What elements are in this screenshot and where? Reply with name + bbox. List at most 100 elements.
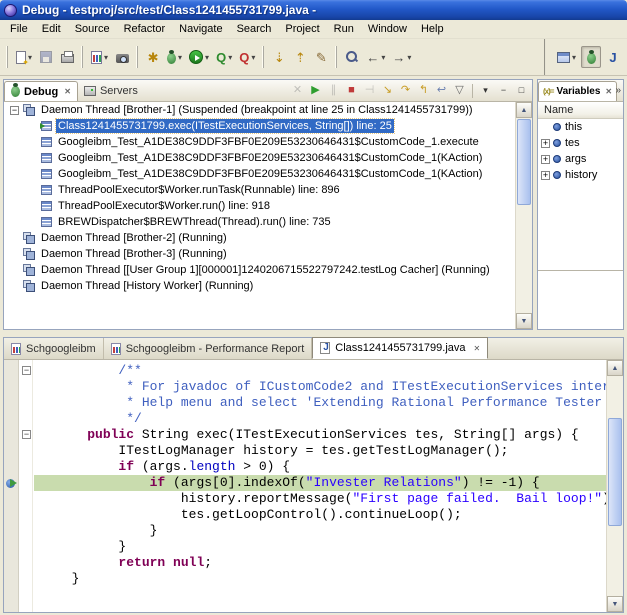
code-line[interactable]: return null; [34,555,606,571]
code-line[interactable]: /** [34,363,606,379]
resume-icon[interactable]: ▶ [307,82,324,99]
editor-tab[interactable]: Schgoogleibm - Performance Report [104,338,313,359]
search-icon[interactable] [342,46,362,68]
menu-item-window[interactable]: Window [361,21,414,37]
view-tab-servers[interactable]: Servers [78,81,144,101]
menu-item-refactor[interactable]: Refactor [117,21,173,37]
view-tab-debug[interactable]: Debug✕ [4,81,78,101]
code-line[interactable]: * For javadoc of ICustomCode2 and ITestE… [34,379,606,395]
editor-tab[interactable]: Schgoogleibm [4,338,104,359]
debug-tree-row[interactable]: BREWDispatcher$BREWThread(Thread).run() … [4,214,515,230]
step-over-icon[interactable]: ↷ [397,82,414,99]
back-icon[interactable]: ←▾ [363,46,388,68]
code-line[interactable]: tes.getLoopControl().continueLoop(); [34,507,606,523]
toolbar-overflow-chevron-icon[interactable]: » [615,85,621,96]
toolbar-grip[interactable] [81,46,86,68]
menu-item-source[interactable]: Source [68,21,117,37]
dropdown-arrow-icon[interactable]: ▾ [407,53,411,62]
tree-collapse-icon[interactable]: − [10,106,19,115]
previous-annotation-icon[interactable]: ⇡ [290,46,310,68]
variable-row[interactable]: +args [538,151,623,167]
variable-row[interactable]: +history [538,167,623,183]
editor-fold-bar[interactable]: −− [20,360,33,612]
debug-tree-row[interactable]: Googleibm_Test_A1DE38C9DDF3FBF0E209E5323… [4,134,515,150]
close-icon[interactable]: ✕ [64,87,71,96]
menu-item-file[interactable]: File [3,21,35,37]
use-step-filters-icon[interactable]: ▽ [451,82,468,99]
debug-tree-row[interactable]: Googleibm_Test_A1DE38C9DDF3FBF0E209E5323… [4,166,515,182]
code-line[interactable]: */ [34,411,606,427]
tree-expand-icon[interactable]: + [541,155,550,164]
code-area[interactable]: /** * For javadoc of ICustomCode2 and IT… [34,360,606,612]
code-line[interactable]: if (args.length > 0) { [34,459,606,475]
scroll-down-icon[interactable]: ▼ [516,313,532,329]
debug-tree-scrollbar[interactable]: ▲ ▼ [515,102,532,329]
title-bar[interactable]: Debug - testproj/src/test/Class124145573… [0,0,627,20]
debug-perspective-button[interactable] [581,46,601,68]
run-launch-icon[interactable]: ▾ [186,46,212,68]
debug-tree-row[interactable]: ThreadPoolExecutor$Worker.runTask(Runnab… [4,182,515,198]
dropdown-arrow-icon[interactable]: ▾ [104,53,108,62]
close-icon[interactable]: ✕ [605,87,612,96]
drop-to-frame-icon[interactable]: ↩ [433,82,450,99]
menu-item-run[interactable]: Run [327,21,361,37]
dropdown-arrow-icon[interactable]: ▾ [178,53,182,62]
editor-scrollbar[interactable]: ▲ ▼ [606,360,623,612]
debug-tree-row[interactable]: Daemon Thread [Brother-3] (Running) [4,246,515,262]
code-line[interactable]: } [34,523,606,539]
tree-expand-icon[interactable]: + [541,171,550,180]
menu-item-navigate[interactable]: Navigate [172,21,229,37]
editor-tab[interactable]: Class1241455731799.java✕ [312,337,488,359]
code-line[interactable]: ITestLogManager history = tes.getTestLog… [34,443,606,459]
editor-marker-bar[interactable] [4,360,19,612]
code-line[interactable]: } [34,539,606,555]
debug-launch-icon[interactable]: ▾ [164,46,185,68]
debug-tree-row[interactable]: Daemon Thread [History Worker] (Running) [4,278,515,294]
minimize-view-icon[interactable]: − [495,82,512,99]
new-wizard-icon[interactable]: ▾ [13,46,35,68]
dropdown-arrow-icon[interactable]: ▾ [228,53,232,62]
code-line[interactable]: * Help menu and select 'Extending Ration… [34,395,606,411]
menu-item-search[interactable]: Search [230,21,279,37]
scroll-up-icon[interactable]: ▲ [607,360,623,376]
fold-collapse-icon[interactable]: − [22,366,31,375]
scroll-thumb[interactable] [608,418,622,526]
profile-icon[interactable]: Q▾ [236,46,258,68]
maximize-view-icon[interactable]: □ [513,82,530,99]
coverage-icon[interactable]: Q▾ [213,46,235,68]
debug-tree-row[interactable]: Daemon Thread [Brother-2] (Running) [4,230,515,246]
dropdown-arrow-icon[interactable]: ▾ [205,53,209,62]
variable-row[interactable]: +tes [538,135,623,151]
toolbar-grip[interactable] [335,46,340,68]
tree-expand-icon[interactable]: + [541,139,550,148]
forward-icon[interactable]: →▾ [389,46,414,68]
scroll-up-icon[interactable]: ▲ [516,102,532,118]
next-annotation-icon[interactable]: ⇣ [269,46,289,68]
debug-tree-row[interactable]: −Daemon Thread [Brother-1] (Suspended (b… [4,102,515,118]
close-icon[interactable]: ✕ [474,344,481,353]
screen-capture-icon[interactable] [112,46,132,68]
menu-item-help[interactable]: Help [414,21,451,37]
view-menu-icon[interactable]: ▾ [477,82,494,99]
debug-tree-row[interactable]: Googleibm_Test_A1DE38C9DDF3FBF0E209E5323… [4,150,515,166]
code-line[interactable]: } [34,571,606,587]
menu-item-project[interactable]: Project [278,21,326,37]
code-line[interactable]: history.reportMessage("First page failed… [34,491,606,507]
open-report-icon[interactable]: ▾ [88,46,111,68]
menu-item-edit[interactable]: Edit [35,21,68,37]
horizontal-sash[interactable] [0,330,627,337]
variables-detail-sash[interactable] [538,270,623,271]
step-return-icon[interactable]: ↰ [415,82,432,99]
print-icon[interactable] [57,46,77,68]
toolbar-grip[interactable] [262,46,267,68]
dropdown-arrow-icon[interactable]: ▾ [381,53,385,62]
code-line[interactable]: public String exec(ITestExecutionService… [34,427,606,443]
toolbar-grip[interactable] [136,46,141,68]
scroll-thumb[interactable] [517,119,531,205]
debug-tree-row[interactable]: Class1241455731799.exec(ITestExecutionSe… [4,118,515,134]
run-test-wand-icon[interactable]: ✱ [143,46,163,68]
debug-tree-row[interactable]: Daemon Thread [[User Group 1][000001]124… [4,262,515,278]
dropdown-arrow-icon[interactable]: ▾ [572,53,576,62]
terminate-icon[interactable]: ■ [343,82,360,99]
last-edit-location-icon[interactable]: ✎ [311,46,331,68]
